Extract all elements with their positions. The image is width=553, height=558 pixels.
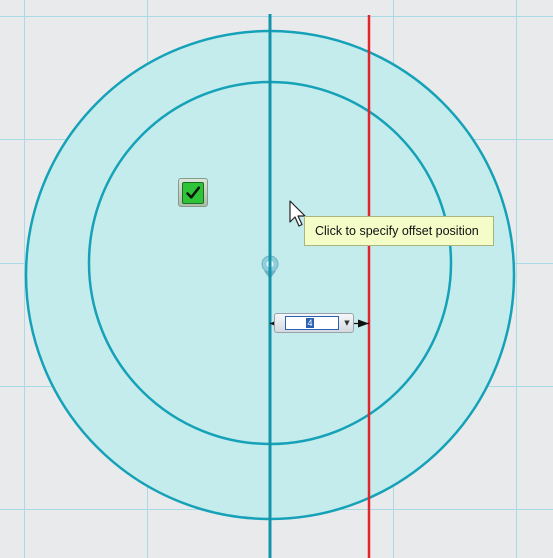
offset-tooltip: Click to specify offset position <box>304 216 494 246</box>
sketch-canvas[interactable] <box>0 0 553 558</box>
offset-dimension-widget[interactable]: 4 ▼ <box>274 313 354 333</box>
selected-value-text: 4 <box>306 318 314 328</box>
tooltip-text: Click to specify offset position <box>315 224 479 238</box>
triangle-down-icon[interactable]: ▼ <box>343 319 351 327</box>
confirm-check-button[interactable] <box>178 178 208 207</box>
checkbox-confirm-icon <box>182 181 204 204</box>
